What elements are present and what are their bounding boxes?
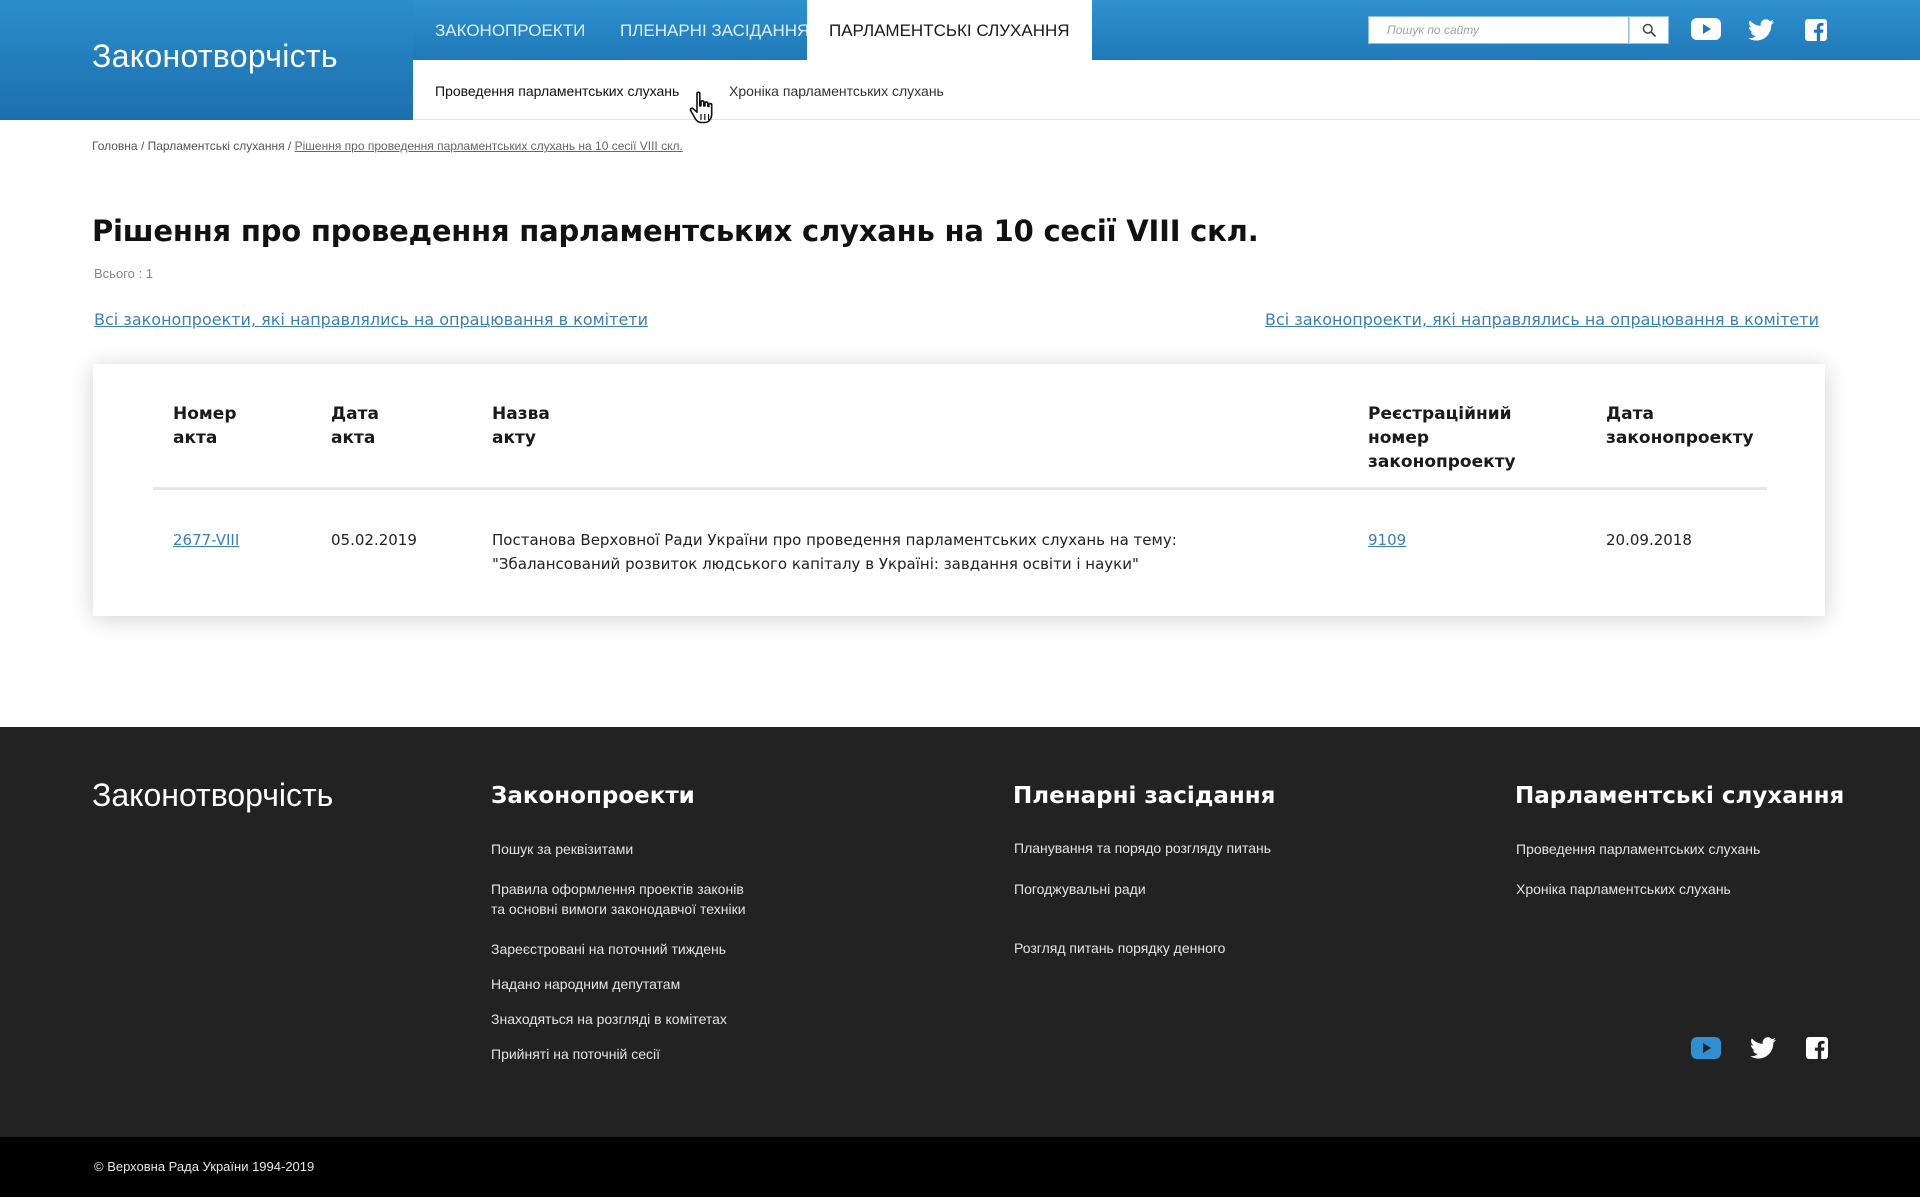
acts-table: Номер акта Дата акта Назва акту Реєстрац… bbox=[93, 364, 1825, 616]
search-button[interactable] bbox=[1629, 16, 1669, 44]
copyright-text: © Верховна Рада України 1994-2019 bbox=[94, 1159, 315, 1174]
total-count: Всього : 1 bbox=[94, 266, 153, 281]
copyright-bar: © Верховна Рада України 1994-2019 bbox=[0, 1137, 1920, 1197]
twitter-icon[interactable] bbox=[1750, 1036, 1776, 1060]
footer-link[interactable]: Планування та порядо розгляду питань bbox=[1014, 838, 1271, 858]
footer-column-title-hearings[interactable]: Парламентські слухання bbox=[1515, 783, 1844, 809]
footer-link[interactable]: Хроніка парламентських слухань bbox=[1516, 879, 1731, 899]
footer: Законотворчість Законопроекти Пошук за р… bbox=[0, 727, 1920, 1137]
act-number-link[interactable]: 2677-VIII bbox=[173, 531, 239, 549]
header-line: Дата bbox=[1606, 404, 1654, 424]
nav-tab-bills[interactable]: Законопроекти bbox=[435, 0, 585, 60]
header-line: Реєстраційний bbox=[1368, 404, 1512, 424]
registration-number-link[interactable]: 9109 bbox=[1368, 531, 1406, 549]
breadcrumb: Головна / Парламентські слухання / Рішен… bbox=[92, 139, 683, 153]
footer-link[interactable]: Прийняті на поточній сесії bbox=[491, 1044, 660, 1064]
subnav-hearings-conduct[interactable]: Проведення парламентських слухань bbox=[435, 60, 679, 122]
header-line: номер bbox=[1368, 428, 1430, 448]
footer-link[interactable]: та основні вимоги законодавчої техніки bbox=[491, 899, 746, 919]
site-logo[interactable]: Законотворчість bbox=[92, 38, 338, 75]
footer-link[interactable]: Знаходяться на розгляді в комітетах bbox=[491, 1009, 727, 1029]
page-title: Рішення про проведення парламентських сл… bbox=[92, 214, 1259, 248]
header-line: Дата bbox=[331, 404, 379, 424]
footer-link[interactable]: Надано народним депутатам bbox=[491, 974, 680, 994]
breadcrumb-separator: / bbox=[287, 139, 292, 153]
breadcrumb-hearings[interactable]: Парламентські слухання bbox=[148, 139, 285, 153]
footer-column-title-bills[interactable]: Законопроекти bbox=[491, 783, 695, 809]
footer-link[interactable]: Правила оформлення проектів законів bbox=[491, 879, 744, 899]
footer-link[interactable]: Зареєстровані на поточний тиждень bbox=[491, 939, 726, 959]
header-line: законопроекту bbox=[1606, 428, 1754, 448]
footer-link[interactable]: Розгляд питань порядку денного bbox=[1014, 938, 1225, 958]
facebook-icon[interactable] bbox=[1805, 1036, 1828, 1059]
cell-registration-number: 9109 bbox=[1368, 528, 1406, 552]
header-line: Номер bbox=[173, 404, 237, 424]
all-bills-committees-link-right[interactable]: Всі законопроекти, які направлялись на о… bbox=[1265, 310, 1819, 329]
nav-tab-parliamentary-hearings[interactable]: Парламентські слухання bbox=[807, 0, 1092, 60]
facebook-icon[interactable] bbox=[1804, 18, 1827, 41]
act-title-line: Постанова Верховної Ради України про про… bbox=[492, 531, 1177, 549]
header-line: акта bbox=[331, 428, 376, 448]
column-header-act-title: Назва акту bbox=[492, 402, 612, 450]
header-logo-block: Законотворчість bbox=[0, 0, 413, 120]
youtube-icon[interactable] bbox=[1691, 1037, 1721, 1059]
all-bills-committees-link-left[interactable]: Всі законопроекти, які направлялись на о… bbox=[94, 310, 648, 329]
header-line: законопроекту bbox=[1368, 452, 1516, 472]
column-header-act-number: Номер акта bbox=[173, 402, 293, 450]
youtube-icon[interactable] bbox=[1691, 18, 1721, 40]
cell-bill-date: 20.09.2018 bbox=[1606, 531, 1692, 549]
column-header-registration-number: Реєстраційний номер законопроекту bbox=[1368, 402, 1548, 474]
nav-tab-plenary-sessions[interactable]: Пленарні засідання bbox=[620, 0, 809, 60]
footer-link[interactable]: Проведення парламентських слухань bbox=[1516, 839, 1760, 859]
subnav-hearings-chronicle[interactable]: Хроніка парламентських слухань bbox=[729, 60, 944, 122]
top-navigation-bar: Законопроекти Пленарні засідання Парламе… bbox=[413, 0, 1920, 60]
header-line: Назва bbox=[492, 404, 550, 424]
footer-link[interactable]: Пошук за реквізитами bbox=[491, 839, 633, 859]
cell-act-date: 05.02.2019 bbox=[331, 531, 417, 549]
search-input[interactable] bbox=[1369, 17, 1628, 43]
act-title-line: "Збалансований розвиток людського капіта… bbox=[492, 555, 1139, 573]
footer-link[interactable]: Погоджувальні ради bbox=[1014, 879, 1146, 899]
breadcrumb-separator: / bbox=[140, 139, 145, 153]
column-header-bill-date: Дата законопроекту bbox=[1606, 402, 1766, 450]
search-icon bbox=[1642, 23, 1656, 37]
header-line: акта bbox=[173, 428, 218, 448]
footer-column-title-plenary[interactable]: Пленарні засідання bbox=[1013, 783, 1275, 809]
breadcrumb-current[interactable]: Рішення про проведення парламентських сл… bbox=[295, 139, 683, 153]
header-line: акту bbox=[492, 428, 536, 448]
table-header-divider bbox=[153, 487, 1767, 490]
twitter-icon[interactable] bbox=[1748, 18, 1774, 42]
cell-act-title: Постанова Верховної Ради України про про… bbox=[492, 528, 1212, 576]
column-header-act-date: Дата акта bbox=[331, 402, 451, 450]
breadcrumb-home[interactable]: Головна bbox=[92, 139, 138, 153]
search-box bbox=[1368, 16, 1629, 44]
sub-navigation: Проведення парламентських слухань Хронік… bbox=[413, 60, 1920, 120]
hand-pointer-cursor-icon bbox=[689, 91, 713, 124]
cell-act-number: 2677-VIII bbox=[173, 528, 239, 552]
footer-logo[interactable]: Законотворчість bbox=[92, 777, 333, 814]
